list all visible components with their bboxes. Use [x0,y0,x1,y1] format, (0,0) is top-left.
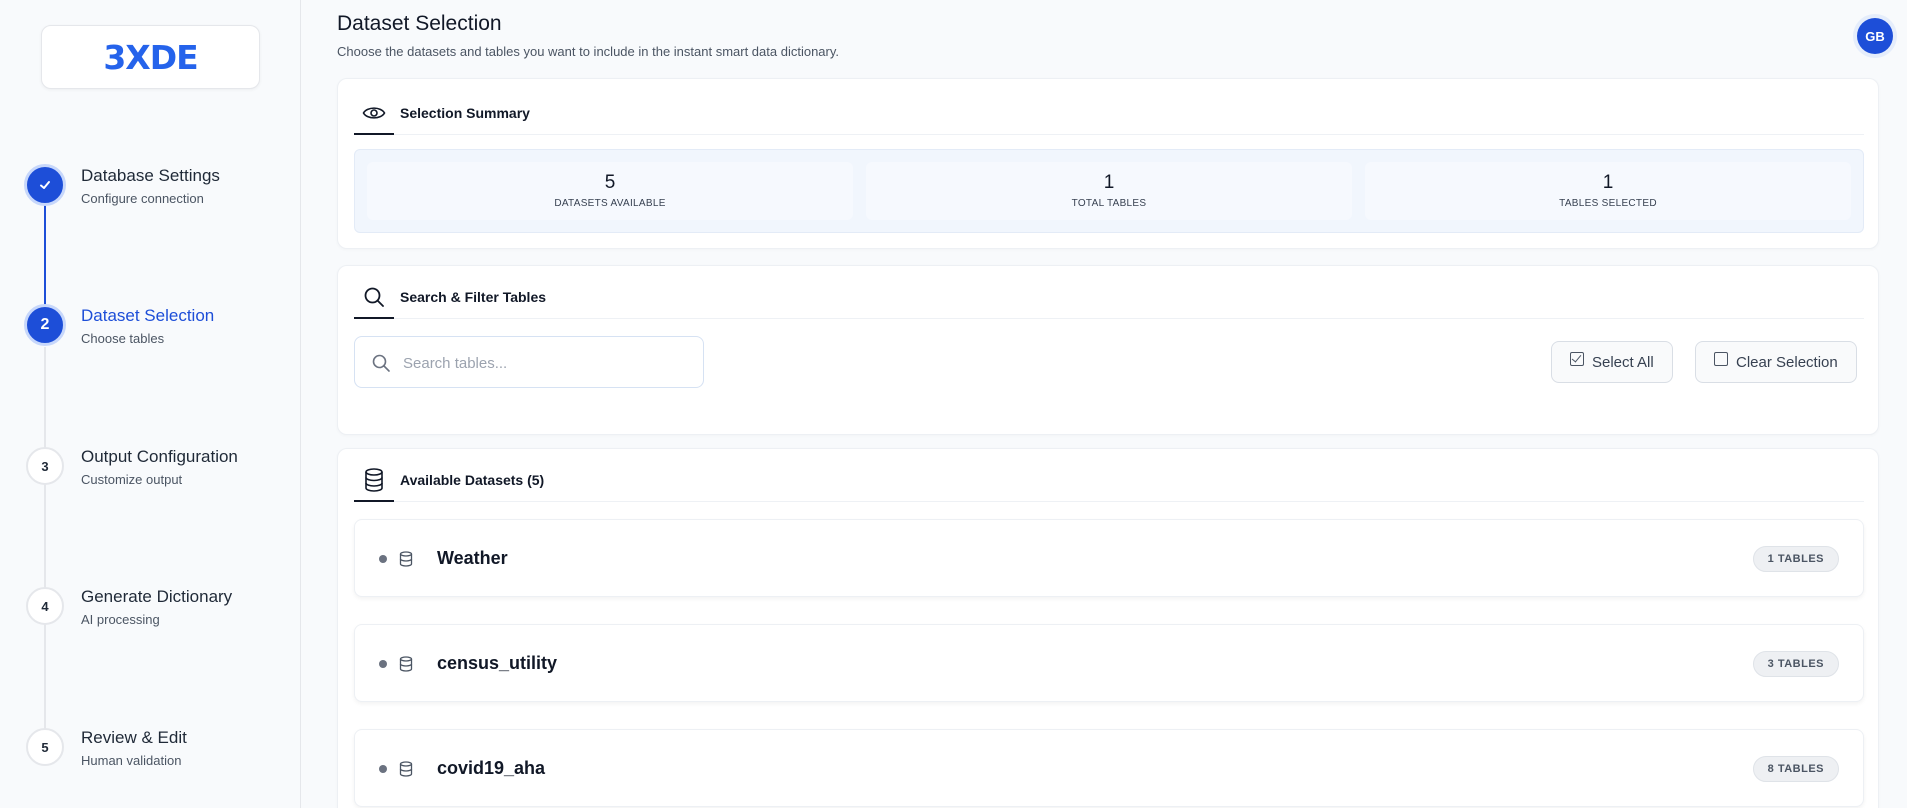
stat-value: 5 [604,172,616,193]
search-input[interactable] [403,349,693,377]
card-title: Available Datasets (5) [400,472,545,488]
table-count-badge: 1 TABLES [1752,546,1839,572]
card-header: Selection Summary [354,93,1864,135]
stat-value: 1 [1103,172,1115,193]
logo-container[interactable]: 3XDE [41,25,260,89]
database-icon [399,551,413,567]
summary-stats: 5 DATASETS AVAILABLE 1 TOTAL TABLES 1 TA… [354,149,1864,233]
step-output-configuration[interactable]: 3 Output Configuration Customize output [24,445,294,505]
search-icon [354,277,394,319]
database-icon [399,761,413,777]
main-content: Dataset Selection Choose the datasets an… [301,0,1907,808]
step-title: Database Settings [81,166,220,185]
avatar[interactable]: GB [1857,18,1893,54]
database-icon [399,656,413,672]
step-subtitle: Human validation [81,753,182,768]
dataset-name: census_utility [437,653,558,673]
select-all-label: Select All [1592,353,1654,371]
step-subtitle: Customize output [81,472,183,487]
step-number: 3 [26,447,64,485]
step-subtitle: Configure connection [81,191,204,206]
page-title: Dataset Selection [337,12,502,35]
step-title: Generate Dictionary [81,587,233,606]
database-icon [354,460,394,502]
progress-line-pending [44,347,46,747]
sidebar: 3XDE Database Settings Configure connect… [0,0,301,808]
search-icon [371,353,391,373]
expand-dot-icon [379,660,387,668]
stat-label: TABLES SELECTED [1559,198,1657,209]
card-title: Selection Summary [400,105,530,121]
checkbox-empty-icon [1714,352,1728,366]
table-count-badge: 8 TABLES [1752,756,1839,782]
dataset-name: Weather [437,548,508,568]
select-all-button[interactable]: Select All [1551,341,1673,383]
clear-selection-label: Clear Selection [1736,353,1838,371]
step-title: Output Configuration [81,447,238,466]
stat-total-tables: 1 TOTAL TABLES [866,162,1352,220]
stat-label: TOTAL TABLES [1071,198,1147,209]
step-number: 4 [26,587,64,625]
step-title: Dataset Selection [81,306,215,325]
clear-selection-button[interactable]: Clear Selection [1695,341,1857,383]
step-subtitle: AI processing [81,612,160,627]
stat-value: 1 [1602,172,1614,193]
expand-dot-icon [379,765,387,773]
logo: 3XDE [103,37,198,77]
card-header: Search & Filter Tables [354,277,1864,319]
stat-tables-selected: 1 TABLES SELECTED [1365,162,1851,220]
step-generate-dictionary[interactable]: 4 Generate Dictionary AI processing [24,585,294,645]
dataset-row-census-utility[interactable]: census_utility 3 TABLES [354,624,1864,702]
check-icon [24,164,66,206]
expand-dot-icon [379,555,387,563]
search-filter-card: Search & Filter Tables Select All Clear … [337,265,1879,435]
step-dataset-selection[interactable]: 2 Dataset Selection Choose tables [24,304,294,364]
step-database-settings[interactable]: Database Settings Configure connection [24,164,294,224]
stat-datasets-available: 5 DATASETS AVAILABLE [367,162,853,220]
stat-label: DATASETS AVAILABLE [554,198,666,209]
search-field[interactable] [354,336,704,388]
available-datasets-card: Available Datasets (5) Weather 1 TABLES … [337,448,1879,808]
selection-summary-card: Selection Summary 5 DATASETS AVAILABLE 1… [337,78,1879,249]
card-header: Available Datasets (5) [354,460,1864,502]
card-title: Search & Filter Tables [400,289,547,305]
page-subtitle: Choose the datasets and tables you want … [337,44,840,59]
eye-icon [354,93,394,135]
step-title: Review & Edit [81,728,187,747]
dataset-row-covid19-aha[interactable]: covid19_aha 8 TABLES [354,729,1864,807]
step-number: 2 [24,304,66,346]
checkbox-checked-icon [1570,352,1584,366]
step-review-edit[interactable]: 5 Review & Edit Human validation [24,726,294,786]
step-subtitle: Choose tables [81,331,165,346]
table-count-badge: 3 TABLES [1752,651,1839,677]
step-number: 5 [26,728,64,766]
dataset-row-weather[interactable]: Weather 1 TABLES [354,519,1864,597]
dataset-name: covid19_aha [437,758,546,778]
